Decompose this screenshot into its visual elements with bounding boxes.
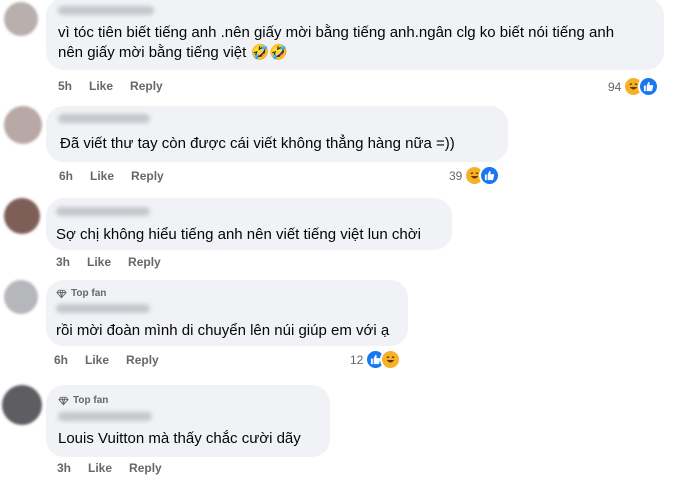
reaction-summary[interactable]: 39 bbox=[449, 165, 501, 186]
like-icon bbox=[479, 165, 501, 186]
author-name[interactable] bbox=[58, 114, 150, 123]
reply-button[interactable]: Reply bbox=[129, 461, 162, 475]
comment-text-line: rồi mời đoàn mình di chuyển lên núi giúp… bbox=[56, 322, 390, 339]
reply-button[interactable]: Reply bbox=[131, 169, 164, 183]
top-fan-badge: Top fan bbox=[58, 395, 108, 406]
like-button[interactable]: Like bbox=[87, 255, 111, 269]
comment-actions: 3h Like Reply bbox=[57, 461, 162, 475]
reply-button[interactable]: Reply bbox=[128, 255, 161, 269]
timestamp[interactable]: 5h bbox=[58, 79, 72, 93]
avatar[interactable] bbox=[4, 2, 38, 36]
reaction-count: 94 bbox=[608, 79, 622, 94]
comment-bubble: Đã viết thư tay còn được cái viết không … bbox=[46, 106, 508, 162]
comment-bubble: vì tóc tiên biết tiếng anh .nên giấy mời… bbox=[46, 0, 664, 70]
avatar[interactable] bbox=[4, 280, 38, 314]
comment-bubble: Top fan Louis Vuitton mà thấy chắc cười … bbox=[46, 385, 330, 457]
comment-actions: 5h Like Reply bbox=[58, 79, 163, 93]
author-name[interactable] bbox=[58, 412, 152, 421]
comment-actions: 6h Like Reply bbox=[59, 169, 164, 183]
comment-bubble: Top fan rồi mời đoàn mình di chuyển lên … bbox=[46, 280, 408, 346]
avatar[interactable] bbox=[4, 198, 40, 234]
comment-text-line: nên giấy mời bằng tiếng việt 🤣🤣 bbox=[58, 44, 288, 61]
author-name[interactable] bbox=[58, 6, 154, 15]
comment-text-line: vì tóc tiên biết tiếng anh .nên giấy mời… bbox=[58, 24, 615, 41]
comment-text-line: Sợ chị không hiểu tiếng anh nên viết tiế… bbox=[56, 226, 421, 243]
like-button[interactable]: Like bbox=[89, 79, 113, 93]
comment-text-line: Đã viết thư tay còn được cái viết không … bbox=[60, 135, 455, 152]
like-icon bbox=[638, 76, 660, 97]
like-button[interactable]: Like bbox=[88, 461, 112, 475]
diamond-icon bbox=[56, 289, 67, 298]
reply-button[interactable]: Reply bbox=[130, 79, 163, 93]
haha-icon bbox=[380, 349, 402, 370]
timestamp[interactable]: 6h bbox=[59, 169, 73, 183]
avatar[interactable] bbox=[4, 106, 42, 144]
like-button[interactable]: Like bbox=[90, 169, 114, 183]
timestamp[interactable]: 6h bbox=[54, 353, 68, 367]
reaction-summary[interactable]: 94 bbox=[608, 76, 660, 97]
author-name[interactable] bbox=[56, 304, 150, 313]
author-name[interactable] bbox=[56, 207, 150, 216]
top-fan-badge: Top fan bbox=[56, 288, 106, 299]
comment-text-line: Louis Vuitton mà thấy chắc cười dãy bbox=[58, 430, 301, 447]
like-button[interactable]: Like bbox=[85, 353, 109, 367]
reply-button[interactable]: Reply bbox=[126, 353, 159, 367]
badge-label: Top fan bbox=[71, 288, 107, 299]
reaction-count: 12 bbox=[350, 352, 364, 367]
badge-label: Top fan bbox=[73, 395, 109, 406]
reaction-summary[interactable]: 12 bbox=[350, 349, 402, 370]
comment-actions: 3h Like Reply bbox=[56, 255, 161, 269]
timestamp[interactable]: 3h bbox=[56, 255, 70, 269]
timestamp[interactable]: 3h bbox=[57, 461, 71, 475]
reaction-count: 39 bbox=[449, 168, 463, 183]
avatar[interactable] bbox=[2, 385, 42, 425]
comment-actions: 6h Like Reply bbox=[54, 353, 159, 367]
diamond-icon bbox=[58, 396, 69, 405]
comment-bubble: Sợ chị không hiểu tiếng anh nên viết tiế… bbox=[46, 198, 452, 250]
